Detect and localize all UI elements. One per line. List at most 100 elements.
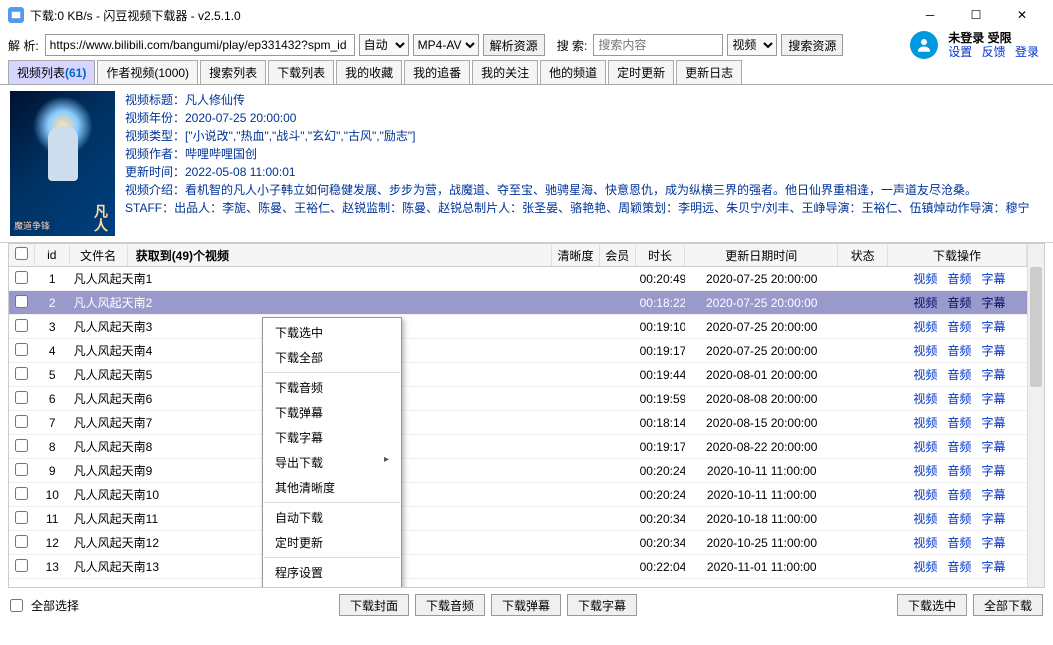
dl-danmu-button[interactable]: 下载弹幕 <box>491 594 561 616</box>
dl-all-button[interactable]: 全部下载 <box>973 594 1043 616</box>
row-checkbox[interactable] <box>15 487 28 500</box>
row-op-video[interactable]: 视频 <box>913 392 937 406</box>
tab-7[interactable]: 他的频道 <box>540 60 606 84</box>
row-op-sub[interactable]: 字幕 <box>981 368 1005 382</box>
table-row[interactable]: 7凡人风起天南700:18:142020-08-15 20:00:00视频音频字… <box>9 411 1027 435</box>
auto-select[interactable]: 自动 <box>359 34 409 56</box>
tab-4[interactable]: 我的收藏 <box>336 60 402 84</box>
row-op-sub[interactable]: 字幕 <box>981 416 1005 430</box>
row-op-video[interactable]: 视频 <box>913 320 937 334</box>
tab-3[interactable]: 下载列表 <box>268 60 334 84</box>
tab-0[interactable]: 视频列表(61) <box>8 60 95 84</box>
row-op-audio[interactable]: 音频 <box>947 512 971 526</box>
table-row[interactable]: 13凡人风起天南1300:22:042020-11-01 11:00:00视频音… <box>9 555 1027 579</box>
row-op-audio[interactable]: 音频 <box>947 560 971 574</box>
table-row[interactable]: 4凡人风起天南400:19:172020-07-25 20:00:00视频音频字… <box>9 339 1027 363</box>
url-input[interactable] <box>45 34 355 56</box>
row-op-sub[interactable]: 字幕 <box>981 560 1005 574</box>
table-row[interactable]: 3凡人风起天南300:19:102020-07-25 20:00:00视频音频字… <box>9 315 1027 339</box>
tab-9[interactable]: 更新日志 <box>676 60 742 84</box>
row-op-video[interactable]: 视频 <box>913 416 937 430</box>
ctx-sched[interactable]: 定时更新 <box>263 530 401 555</box>
row-op-video[interactable]: 视频 <box>913 272 937 286</box>
search-type-select[interactable]: 视频 <box>727 34 777 56</box>
feedback-link[interactable]: 反馈 <box>982 45 1006 59</box>
row-op-video[interactable]: 视频 <box>913 560 937 574</box>
row-checkbox[interactable] <box>15 343 28 356</box>
table-row[interactable]: 6凡人风起天南600:19:592020-08-08 20:00:00视频音频字… <box>9 387 1027 411</box>
row-op-video[interactable]: 视频 <box>913 536 937 550</box>
close-button[interactable]: ✕ <box>999 0 1045 30</box>
ctx-auto-dl[interactable]: 自动下载 <box>263 505 401 530</box>
row-op-sub[interactable]: 字幕 <box>981 512 1005 526</box>
row-op-audio[interactable]: 音频 <box>947 440 971 454</box>
dl-audio-button[interactable]: 下载音频 <box>415 594 485 616</box>
ctx-download-selected[interactable]: 下载选中 <box>263 320 401 345</box>
maximize-button[interactable]: ☐ <box>953 0 999 30</box>
col-name[interactable]: 文件名 <box>70 245 128 266</box>
row-op-sub[interactable]: 字幕 <box>981 296 1005 310</box>
tab-2[interactable]: 搜索列表 <box>200 60 266 84</box>
table-row[interactable]: 11凡人风起天南1100:20:342020-10-18 11:00:00视频音… <box>9 507 1027 531</box>
row-op-audio[interactable]: 音频 <box>947 272 971 286</box>
format-select[interactable]: MP4-AVC <box>413 34 479 56</box>
dl-selected-button[interactable]: 下载选中 <box>897 594 967 616</box>
row-op-audio[interactable]: 音频 <box>947 416 971 430</box>
search-input[interactable] <box>593 34 723 56</box>
row-checkbox[interactable] <box>15 463 28 476</box>
row-op-video[interactable]: 视频 <box>913 296 937 310</box>
table-row[interactable]: 1凡人风起天南100:20:492020-07-25 20:00:00视频音频字… <box>9 267 1027 291</box>
tab-6[interactable]: 我的关注 <box>472 60 538 84</box>
ctx-exit[interactable]: 退出程序 <box>263 585 401 587</box>
col-duration[interactable]: 时长 <box>636 245 686 266</box>
table-row[interactable]: 8凡人风起天南800:19:172020-08-22 20:00:00视频音频字… <box>9 435 1027 459</box>
select-all-bottom-checkbox[interactable] <box>10 599 23 612</box>
table-scrollbar[interactable] <box>1027 244 1044 587</box>
row-op-audio[interactable]: 音频 <box>947 392 971 406</box>
settings-link[interactable]: 设置 <box>948 45 972 59</box>
row-op-audio[interactable]: 音频 <box>947 344 971 358</box>
row-op-sub[interactable]: 字幕 <box>981 320 1005 334</box>
row-op-sub[interactable]: 字幕 <box>981 536 1005 550</box>
ctx-download-danmu[interactable]: 下载弹幕 <box>263 400 401 425</box>
minimize-button[interactable]: ─ <box>907 0 953 30</box>
ctx-download-all[interactable]: 下载全部 <box>263 345 401 370</box>
dl-sub-button[interactable]: 下载字幕 <box>567 594 637 616</box>
col-ops[interactable]: 下载操作 <box>888 245 1027 266</box>
login-link[interactable]: 登录 <box>1015 45 1039 59</box>
ctx-other-def[interactable]: 其他清晰度 <box>263 475 401 500</box>
row-checkbox[interactable] <box>15 271 28 284</box>
row-op-video[interactable]: 视频 <box>913 488 937 502</box>
row-op-audio[interactable]: 音频 <box>947 296 971 310</box>
table-row[interactable]: 10凡人风起天南1000:20:242020-10-11 11:00:00视频音… <box>9 483 1027 507</box>
table-row[interactable]: 12凡人风起天南1200:20:342020-10-25 11:00:00视频音… <box>9 531 1027 555</box>
row-checkbox[interactable] <box>15 415 28 428</box>
col-vip[interactable]: 会员 <box>600 245 636 266</box>
col-date[interactable]: 更新日期时间 <box>685 245 838 266</box>
row-op-video[interactable]: 视频 <box>913 512 937 526</box>
select-all-checkbox[interactable] <box>15 247 28 260</box>
row-checkbox[interactable] <box>15 391 28 404</box>
dl-cover-button[interactable]: 下载封面 <box>339 594 409 616</box>
col-status[interactable]: 状态 <box>838 245 888 266</box>
tab-5[interactable]: 我的追番 <box>404 60 470 84</box>
row-checkbox[interactable] <box>15 295 28 308</box>
table-row[interactable]: 9凡人风起天南900:20:242020-10-11 11:00:00视频音频字… <box>9 459 1027 483</box>
parse-button[interactable]: 解析资源 <box>483 34 545 56</box>
row-op-sub[interactable]: 字幕 <box>981 488 1005 502</box>
ctx-settings[interactable]: 程序设置 <box>263 560 401 585</box>
col-got[interactable]: 获取到(49)个视频 <box>128 245 237 266</box>
row-checkbox[interactable] <box>15 511 28 524</box>
ctx-export[interactable]: 导出下载 <box>263 450 401 475</box>
ctx-download-sub[interactable]: 下载字幕 <box>263 425 401 450</box>
row-op-sub[interactable]: 字幕 <box>981 464 1005 478</box>
row-checkbox[interactable] <box>15 439 28 452</box>
row-op-video[interactable]: 视频 <box>913 344 937 358</box>
ctx-download-audio[interactable]: 下载音频 <box>263 375 401 400</box>
row-op-audio[interactable]: 音频 <box>947 488 971 502</box>
row-checkbox[interactable] <box>15 535 28 548</box>
row-op-audio[interactable]: 音频 <box>947 536 971 550</box>
user-avatar-icon[interactable] <box>910 31 938 59</box>
row-op-sub[interactable]: 字幕 <box>981 440 1005 454</box>
row-op-video[interactable]: 视频 <box>913 464 937 478</box>
